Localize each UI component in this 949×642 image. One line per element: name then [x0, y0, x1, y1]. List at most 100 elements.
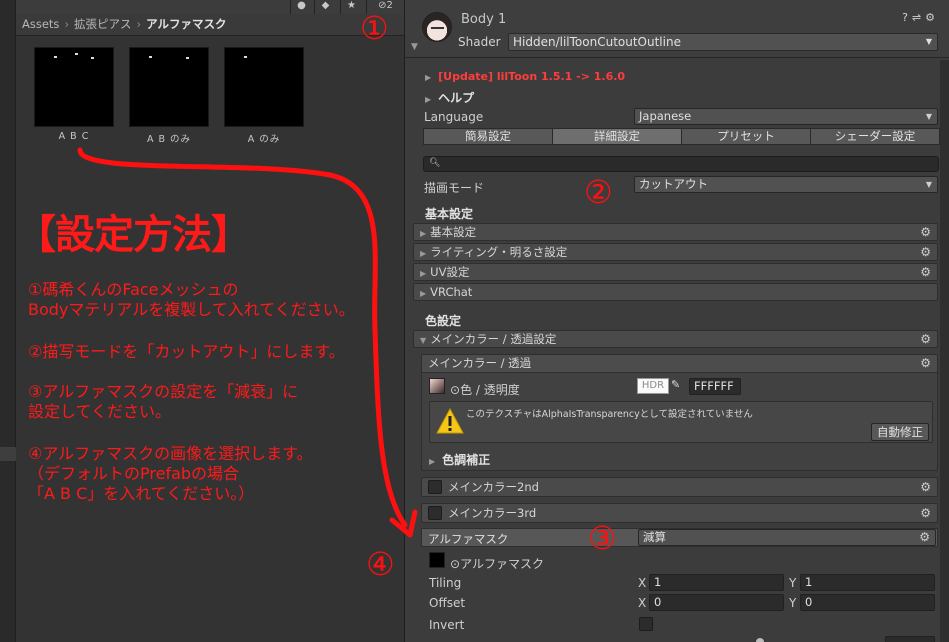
texture-picker-icon[interactable]: ⊙	[450, 383, 460, 397]
asset-tile[interactable]: A のみ	[224, 47, 304, 145]
main-texture-slot[interactable]	[429, 378, 445, 394]
gear-icon[interactable]: ⚙	[925, 11, 939, 24]
language-label: Language	[424, 110, 484, 124]
breadcrumb-item[interactable]: 拡張ピアス	[74, 17, 132, 31]
help-foldout[interactable]: ▶ ヘルプ	[425, 89, 474, 106]
instruction-line: ②描写モードを「カットアウト」にします。	[28, 342, 345, 361]
invert-checkbox[interactable]	[639, 617, 653, 631]
asset-tile[interactable]: A B のみ	[129, 47, 209, 145]
fold-main-color-3rd[interactable]: メインカラー3rd ⚙	[421, 503, 938, 523]
offset-x-input[interactable]: 0	[649, 594, 784, 611]
gear-icon[interactable]: ⚙	[920, 331, 931, 347]
warning-box: このテクスチャはAlphaIsTransparencyとして設定されていません …	[429, 401, 933, 443]
fold-main-color[interactable]: ▼ メインカラー / 透過設定 ⚙	[413, 330, 938, 348]
invert-label: Invert	[429, 618, 465, 632]
hex-color-input[interactable]: FFFFFF	[689, 378, 741, 395]
breadcrumb-current[interactable]: アルファマスク	[146, 17, 226, 31]
render-mode-value: カットアウト	[639, 177, 708, 191]
texture-thumbnail	[34, 47, 114, 127]
gear-icon[interactable]: ⚙	[920, 244, 931, 260]
annotation-number-3: ③	[588, 519, 617, 557]
fold-lighting[interactable]: ▶ ライティング・明るさ設定 ⚙	[413, 243, 938, 261]
offset-y-label: Y	[789, 596, 797, 610]
help-icon[interactable]: ?	[902, 11, 912, 24]
warning-message: このテクスチャはAlphaIsTransparencyとして設定されていません	[466, 409, 753, 420]
slider-handle[interactable]	[756, 638, 764, 642]
fold-vrchat[interactable]: ▶ VRChat	[413, 283, 938, 301]
main-color-box-header: メインカラー / 透過 ⚙	[422, 355, 937, 373]
render-mode-dropdown[interactable]: カットアウト ▼	[634, 176, 938, 193]
eyedropper-icon[interactable]: ✎	[671, 378, 680, 391]
texture-thumbnail	[129, 47, 209, 127]
auto-fix-button[interactable]: 自動修正	[871, 423, 929, 441]
search-input[interactable]: 🔍︎	[423, 156, 939, 172]
tiling-y-input[interactable]: 1	[800, 574, 935, 591]
fold-main-color-2nd[interactable]: メインカラー2nd ⚙	[421, 477, 938, 497]
tiling-x-label: X	[638, 576, 647, 590]
label-icon[interactable]: ◆	[314, 0, 336, 14]
tab-shader-settings[interactable]: シェーダー設定	[810, 128, 940, 145]
tab-advanced[interactable]: 詳細設定	[552, 128, 682, 145]
chevron-right-icon: ›	[64, 17, 70, 31]
instructions-title: 【設定方法】	[16, 212, 251, 258]
gear-icon[interactable]: ⚙	[920, 355, 931, 372]
gear-icon[interactable]: ⚙	[920, 264, 931, 280]
tiling-y-label: Y	[789, 576, 797, 590]
tone-correction-label: 色調補正	[442, 453, 491, 467]
favorite-star-icon[interactable]: ★	[340, 0, 362, 14]
breadcrumb-item[interactable]: Assets	[22, 17, 59, 31]
preset-sliders-icon[interactable]: ⇌	[912, 11, 925, 24]
tone-correction-foldout[interactable]: ▶ 色調補正	[429, 451, 490, 468]
fold-label: 基本設定	[430, 225, 477, 239]
chevron-down-icon: ▼	[925, 180, 932, 189]
color-label-row: ⊙色 / 透明度	[450, 381, 520, 398]
offset-x-label: X	[638, 596, 647, 610]
expand-arrow-icon: ▶	[420, 249, 427, 258]
layers-icon[interactable]: ●	[290, 0, 312, 14]
annotation-number-4: ④	[366, 545, 395, 583]
instruction-line: 設定してください。	[28, 402, 172, 421]
texture-picker-icon[interactable]: ⊙	[450, 557, 460, 571]
enable-checkbox[interactable]	[428, 506, 442, 520]
gear-icon[interactable]: ⚙	[920, 504, 931, 522]
tiling-x-input[interactable]: 1	[649, 574, 784, 591]
color-label: 色 / 透明度	[460, 383, 520, 397]
annotation-number-2: ②	[584, 173, 613, 211]
language-dropdown[interactable]: Japanese ▼	[634, 108, 938, 125]
offset-y-input[interactable]: 0	[800, 594, 935, 611]
inspector-panel: Body 1 ?⇌⚙ ▼ Shader Hidden/lilToonCutout…	[404, 0, 949, 642]
selected-folder-row[interactable]	[0, 447, 16, 461]
collapse-arrow-icon[interactable]: ▼	[411, 42, 418, 52]
instruction-line: ④アルファマスクの画像を選択します。	[28, 444, 313, 463]
folder-tree-gutter	[0, 0, 16, 642]
instruction-line: ①碼希くんのFaceメッシュの	[28, 280, 239, 299]
fold-basic[interactable]: ▶ 基本設定 ⚙	[413, 223, 938, 241]
hdr-color-swatch[interactable]: HDR	[637, 378, 669, 394]
gear-icon[interactable]: ⚙	[920, 224, 931, 240]
shader-dropdown[interactable]: Hidden/lilToonCutoutOutline ▼	[508, 33, 938, 51]
gear-icon[interactable]: ⚙	[919, 530, 930, 545]
asset-tile[interactable]: A B C	[34, 47, 114, 142]
enable-checkbox[interactable]	[428, 480, 442, 494]
material-preview-avatar	[422, 12, 452, 42]
fold-uv[interactable]: ▶ UV設定 ⚙	[413, 263, 938, 281]
tab-presets[interactable]: プリセット	[681, 128, 811, 145]
tab-simple[interactable]: 簡易設定	[423, 128, 553, 145]
alpha-mask-mode-dropdown[interactable]: 減算 ⚙	[638, 529, 936, 546]
instruction-line: （デフォルトのPrefabの場合	[28, 464, 240, 483]
expand-arrow-icon: ▶	[420, 229, 427, 238]
slider-value-input[interactable]	[885, 636, 935, 642]
alpha-mask-texture-label: アルファマスク	[460, 557, 544, 571]
update-notice[interactable]: ▶ [Update] lilToon 1.5.1 -> 1.6.0	[425, 69, 625, 83]
expand-arrow-icon: ▶	[420, 269, 427, 278]
search-icon: 🔍︎	[429, 158, 441, 168]
alpha-mask-texture-slot[interactable]	[429, 552, 445, 568]
asset-name: A B のみ	[146, 134, 192, 145]
color-section-title: 色設定	[425, 314, 462, 328]
gear-icon[interactable]: ⚙	[920, 478, 931, 496]
fold-label: メインカラー2nd	[448, 480, 539, 494]
alpha-mask-header: アルファマスク 減算 ⚙	[421, 528, 938, 547]
shader-value: Hidden/lilToonCutoutOutline	[513, 35, 681, 49]
render-mode-label: 描画モード	[424, 181, 485, 195]
inspector-scrollbar[interactable]	[940, 60, 949, 642]
